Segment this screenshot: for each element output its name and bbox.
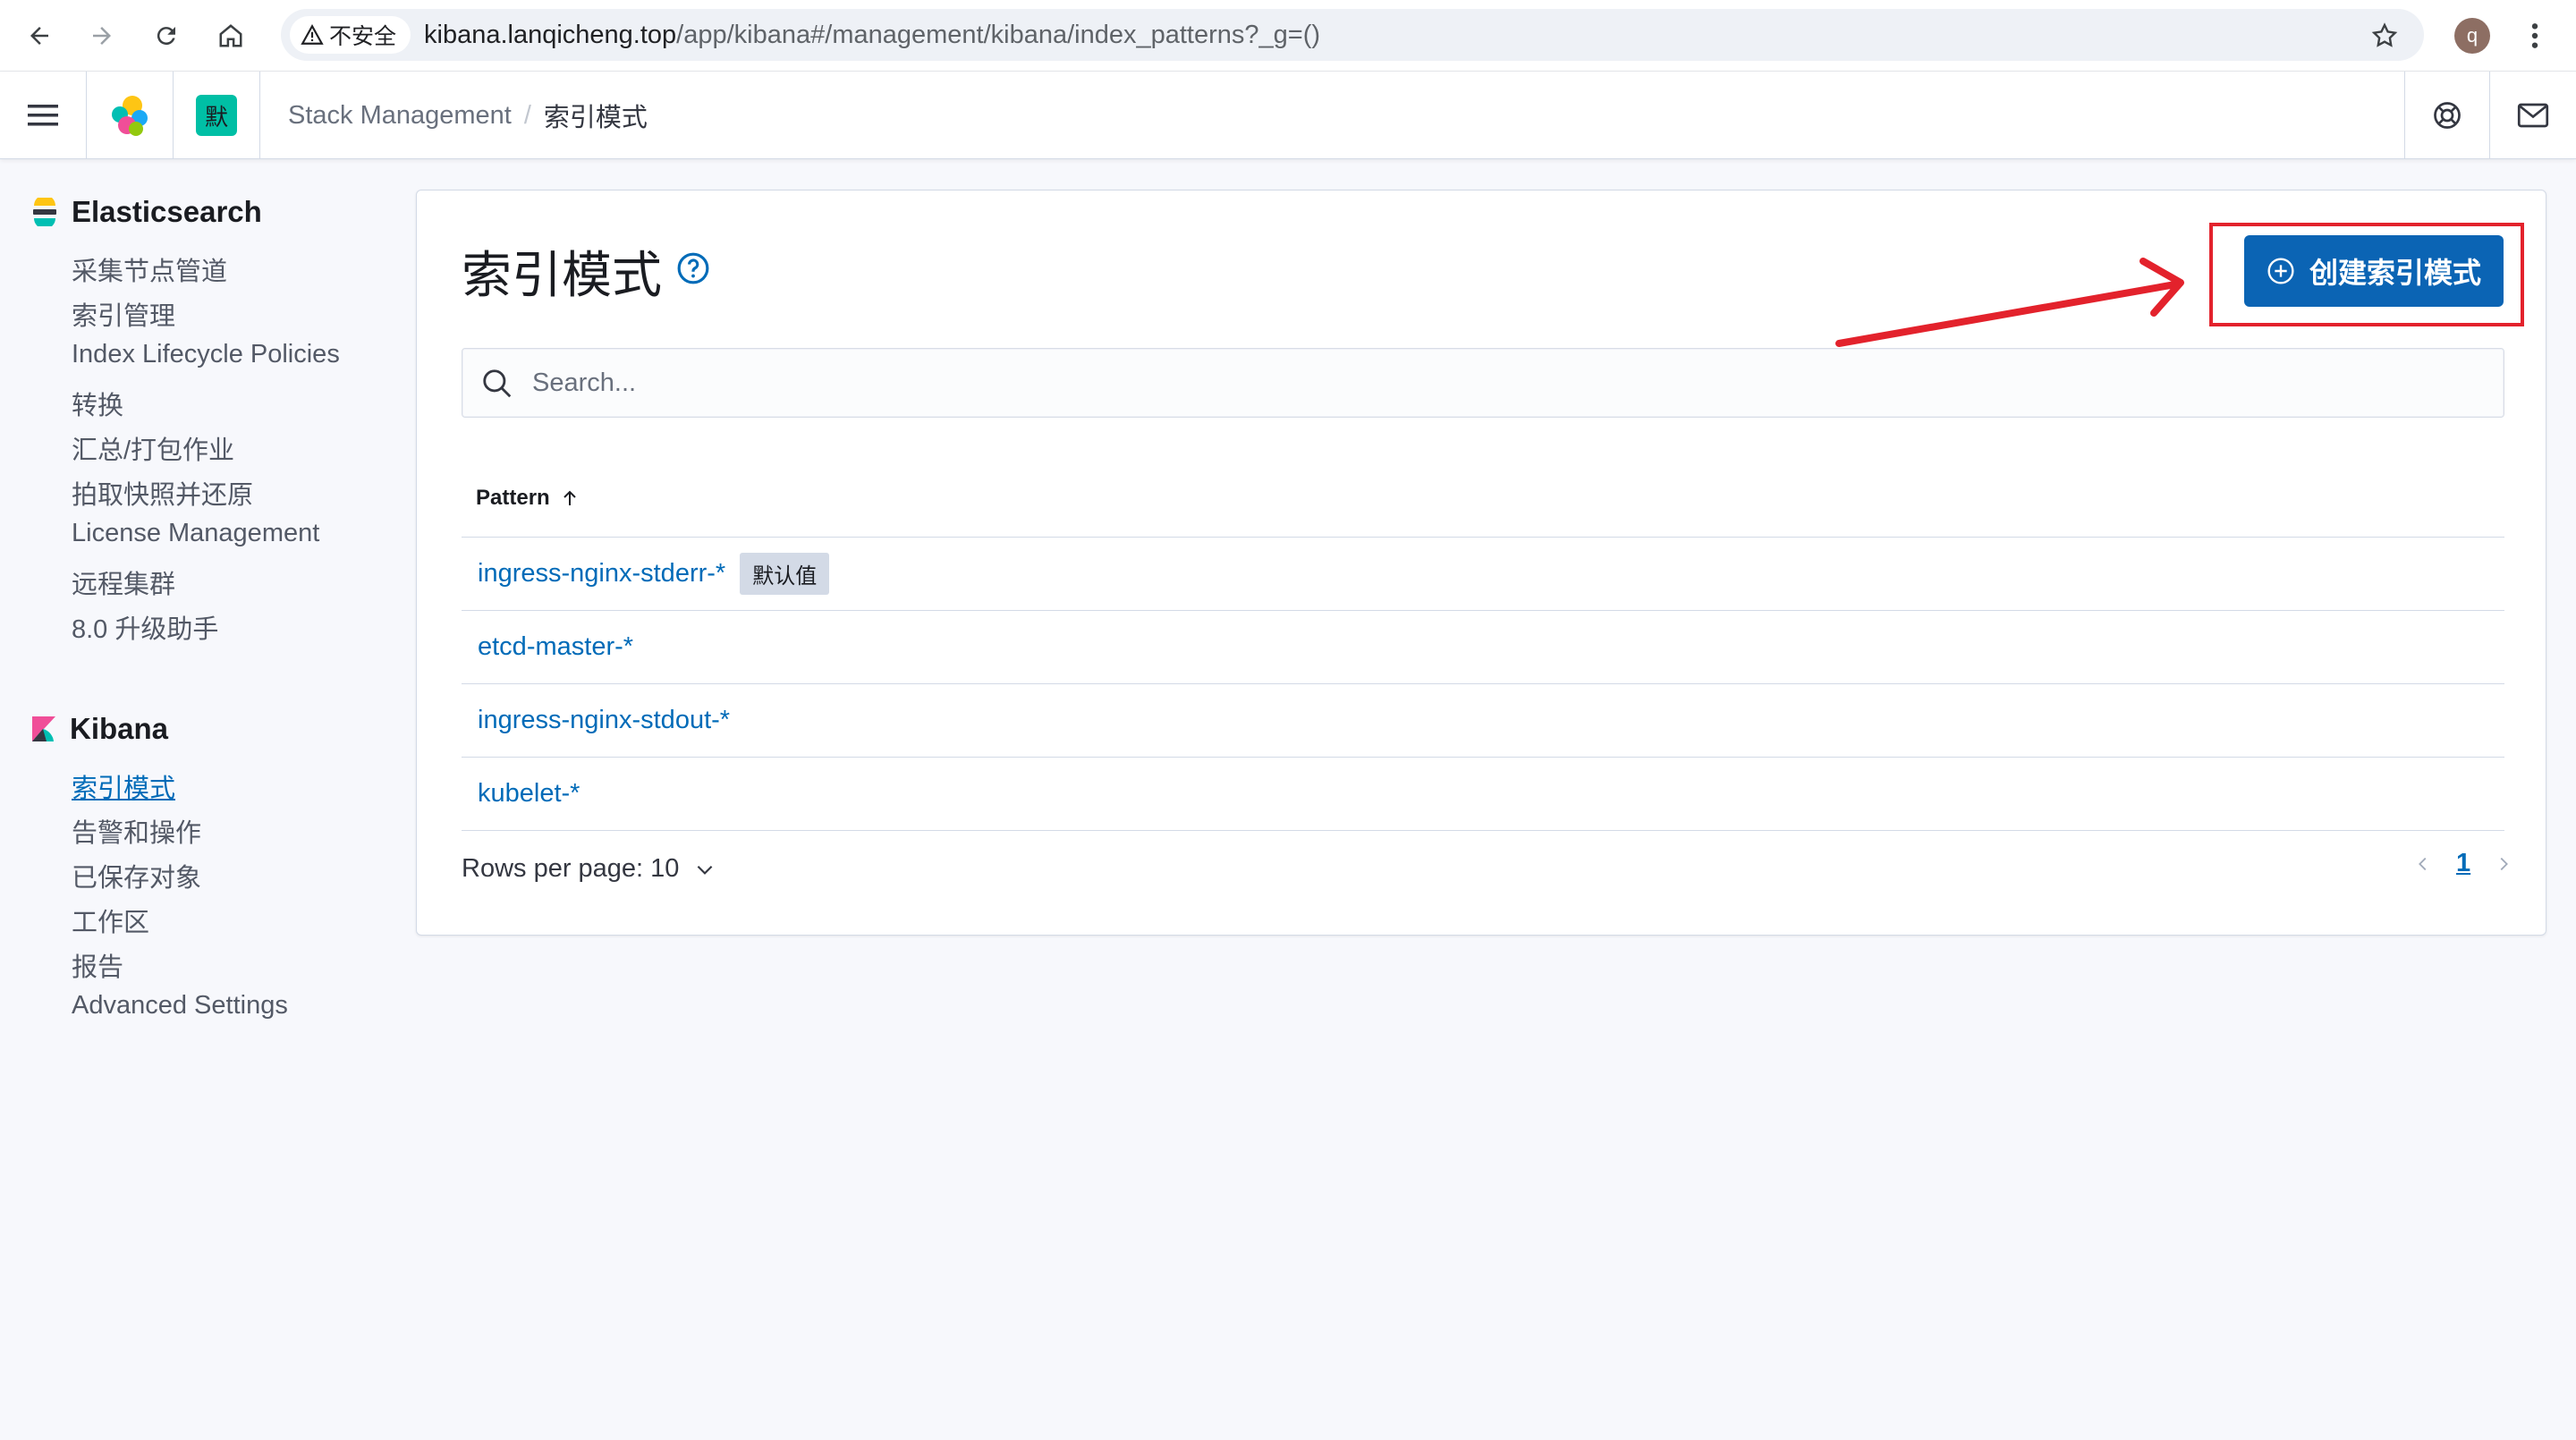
help-icon[interactable] (676, 251, 710, 285)
kibana-header: 默 Stack Management / 索引模式 (0, 72, 2576, 159)
sidebar-item-index-lifecycle-policies[interactable]: Index Lifecycle Policies (72, 340, 340, 369)
browser-toolbar: 不安全 kibana.lanqicheng.top/app/kibana#/ma… (0, 0, 2576, 72)
pattern-column-label: Pattern (476, 486, 550, 510)
sidebar-item-saved-objects[interactable]: 已保存对象 (72, 857, 201, 894)
sidebar-group-title: Kibana (70, 712, 169, 745)
index-pattern-link[interactable]: kubelet-* (478, 779, 580, 809)
sidebar-item-alerts-actions[interactable]: 告警和操作 (72, 812, 201, 850)
table-row: ingress-nginx-stdout-* (462, 684, 2504, 758)
page-number[interactable]: 1 (2456, 849, 2470, 878)
chevron-down-icon (698, 865, 713, 875)
default-badge: 默认值 (740, 553, 830, 595)
url-text[interactable]: kibana.lanqicheng.top/app/kibana#/manage… (424, 9, 1320, 61)
sidebar-item-advanced-settings[interactable]: Advanced Settings (72, 991, 288, 1021)
sidebar-item-transforms[interactable]: 转换 (72, 385, 123, 422)
sidebar-item-spaces[interactable]: 工作区 (72, 902, 149, 939)
home-icon (219, 24, 242, 47)
arrow-left-icon (30, 27, 48, 45)
bookmark-button[interactable] (2361, 13, 2408, 59)
address-bar[interactable]: 不安全 kibana.lanqicheng.top/app/kibana#/ma… (281, 9, 2424, 61)
search-input[interactable] (532, 349, 2482, 417)
profile-avatar[interactable]: q (2454, 18, 2490, 54)
kibana-logo-icon (32, 716, 55, 741)
security-chip[interactable]: 不安全 (290, 16, 411, 54)
table-row: ingress-nginx-stderr-* 默认值 (462, 538, 2504, 611)
warning-icon (301, 24, 324, 45)
home-button[interactable] (208, 13, 254, 59)
breadcrumb: Stack Management / 索引模式 (288, 72, 648, 159)
space-avatar: 默 (196, 95, 237, 136)
index-pattern-link[interactable]: etcd-master-* (478, 632, 633, 662)
elastic-logo[interactable] (87, 72, 173, 159)
pattern-column-header[interactable]: Pattern (476, 486, 580, 511)
breadcrumb-separator: / (523, 100, 531, 130)
sidebar-item-snapshot-restore[interactable]: 拍取快照并还原 (72, 474, 253, 512)
sidebar-item-upgrade-assistant[interactable]: 8.0 升级助手 (72, 608, 218, 646)
url-path: /app/kibana#/management/kibana/index_pat… (676, 21, 1321, 49)
arrow-right-icon (93, 27, 111, 45)
star-icon (2371, 22, 2398, 47)
table-row: kubelet-* (462, 758, 2504, 831)
search-field[interactable] (462, 348, 2504, 418)
sidebar-item-ingest-pipelines[interactable]: 采集节点管道 (72, 250, 227, 288)
reload-icon (157, 27, 175, 46)
index-pattern-link[interactable]: ingress-nginx-stderr-* (478, 559, 725, 589)
hamburger-icon (28, 105, 58, 126)
lifebuoy-icon (2434, 102, 2461, 129)
sidebar-group-elasticsearch: Elasticsearch (30, 195, 262, 229)
sort-ascending-icon (563, 490, 576, 505)
space-selector[interactable]: 默 (174, 72, 259, 159)
url-host: kibana.lanqicheng.top (424, 21, 677, 49)
page-title: 索引模式 (462, 247, 662, 303)
sidebar-item-index-management[interactable]: 索引管理 (72, 295, 175, 333)
sidebar-group-kibana: Kibana (30, 712, 168, 746)
sidebar-item-reporting[interactable]: 报告 (72, 946, 123, 984)
breadcrumb-stack-management[interactable]: Stack Management (288, 101, 512, 131)
more-vertical-icon (2531, 23, 2538, 48)
sidebar-item-rollup-jobs[interactable]: 汇总/打包作业 (72, 429, 234, 467)
nav-menu-button[interactable] (0, 72, 86, 159)
elasticsearch-logo-icon (33, 198, 56, 226)
pagination: 1 (2413, 849, 2513, 878)
back-button[interactable] (16, 13, 63, 59)
chevron-left-icon[interactable] (2413, 852, 2433, 876)
rows-per-page-button[interactable]: Rows per page: 10 (462, 854, 716, 884)
sidebar-item-remote-clusters[interactable]: 远程集群 (72, 563, 175, 601)
chevron-right-icon[interactable] (2494, 852, 2513, 876)
search-icon (483, 369, 512, 398)
table-row: etcd-master-* (462, 611, 2504, 684)
sidebar-item-index-patterns[interactable]: 索引模式 (72, 767, 175, 805)
forward-button[interactable] (79, 13, 125, 59)
sidebar-item-license-management[interactable]: License Management (72, 519, 319, 548)
sidebar-group-title: Elasticsearch (72, 195, 262, 228)
browser-menu-button[interactable] (2517, 13, 2553, 59)
help-menu-button[interactable] (2405, 72, 2489, 159)
newsfeed-button[interactable] (2490, 72, 2576, 159)
breadcrumb-current: 索引模式 (543, 104, 648, 132)
security-label: 不安全 (329, 24, 397, 49)
reload-button[interactable] (143, 13, 190, 59)
table-header: Pattern (462, 459, 2504, 538)
rows-per-page-label: Rows per page: 10 (462, 854, 680, 883)
index-pattern-link[interactable]: ingress-nginx-stdout-* (478, 706, 730, 735)
annotation-highlight-box (2209, 223, 2524, 326)
mail-icon (2517, 103, 2549, 128)
elastic-logo-icon (112, 96, 148, 136)
